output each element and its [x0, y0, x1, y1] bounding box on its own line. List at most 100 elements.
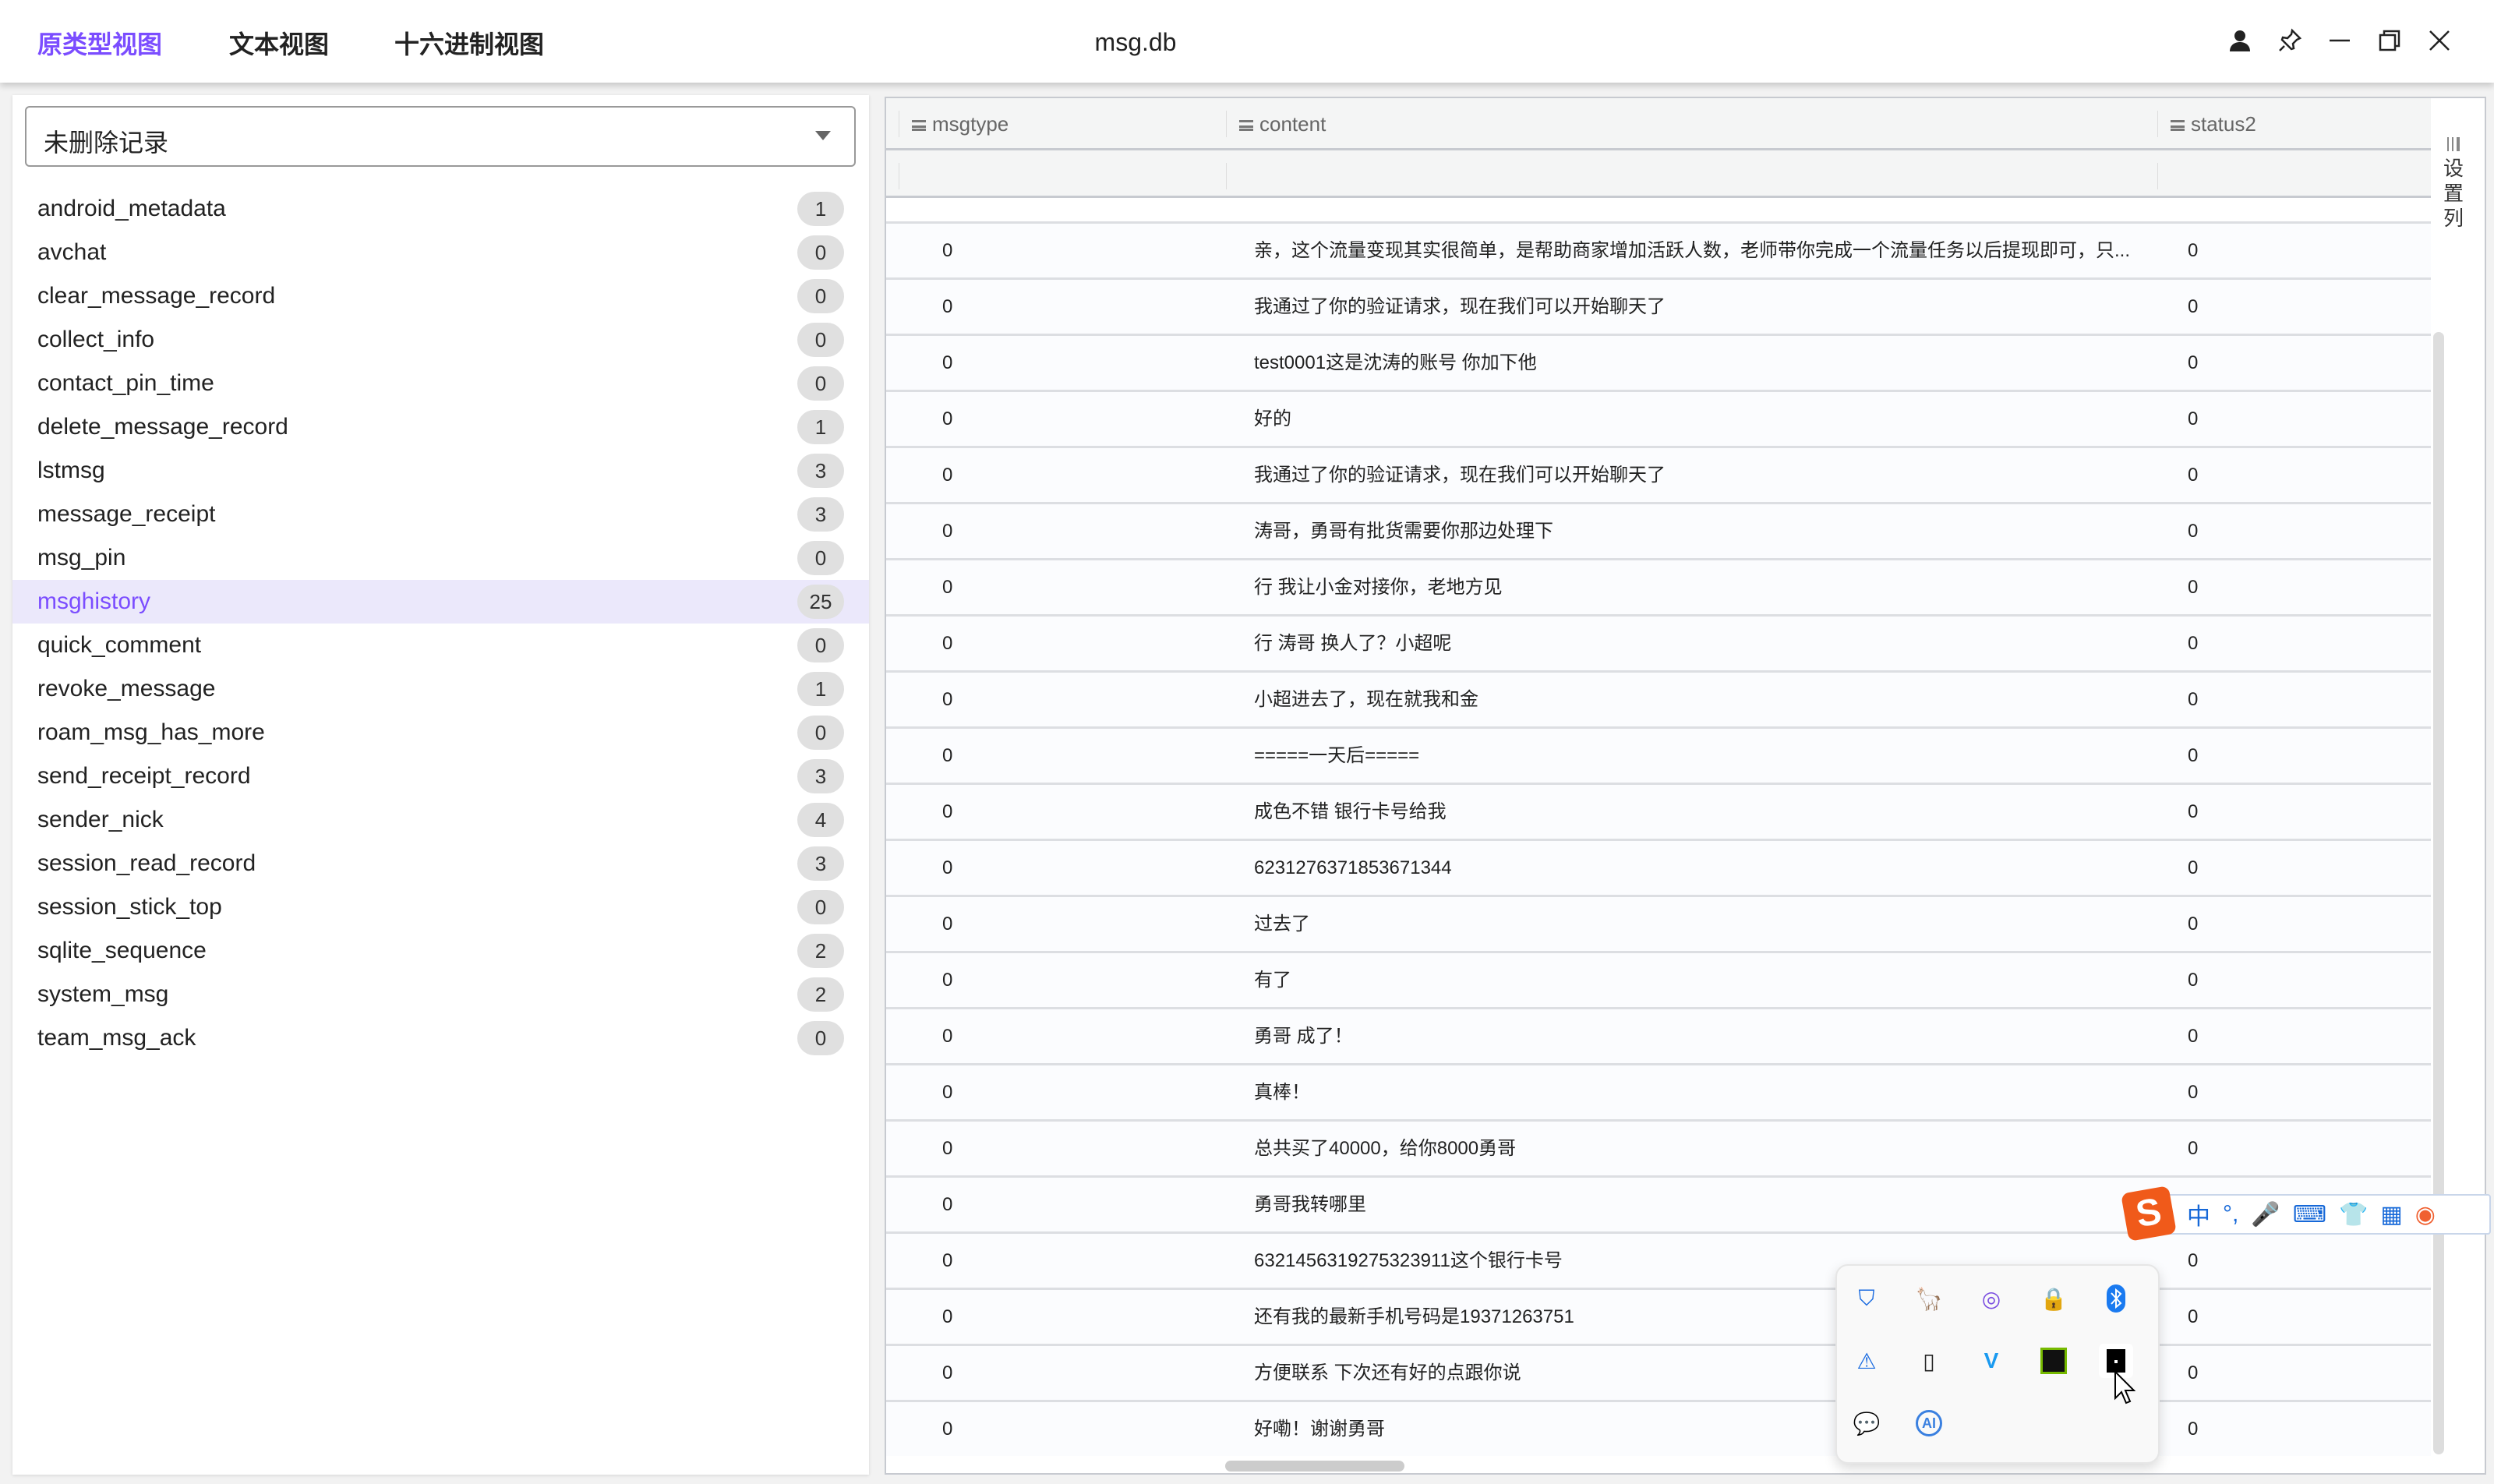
alpaca-icon[interactable]: 🦙: [1912, 1281, 1946, 1316]
mascot-icon[interactable]: ◉: [2415, 1201, 2436, 1228]
cloud-swirl-icon[interactable]: ◎: [1974, 1281, 2008, 1316]
table-row[interactable]: 0 还有我的最新手机号码是19371263751 0: [886, 1288, 2431, 1344]
table-row[interactable]: 0 有了 0: [886, 951, 2431, 1007]
table-row[interactable]: 0 好嘞！谢谢勇哥 0: [886, 1400, 2431, 1456]
table-row[interactable]: 0 勇哥 成了！ 0: [886, 1007, 2431, 1063]
table-row[interactable]: 0 成色不错 银行卡号给我 0: [886, 783, 2431, 839]
cell-content: 小超进去了，现在就我和金: [1254, 689, 1478, 710]
row-count-badge: 3: [797, 759, 844, 793]
cell-msgtype: 0: [942, 1194, 953, 1215]
menu-icon: [2171, 120, 2185, 132]
window-title: msg.db: [1094, 28, 1177, 56]
row-count-badge: 3: [797, 497, 844, 532]
table-list-item[interactable]: lstmsg 3: [12, 449, 869, 493]
toolbox-icon[interactable]: ▦: [2380, 1201, 2402, 1228]
table-row[interactable]: 0 =====一天后===== 0: [886, 726, 2431, 783]
table-row[interactable]: 0 总共买了40000，给你8000勇哥 0: [886, 1119, 2431, 1175]
cell-msgtype: 0: [942, 801, 953, 822]
microphone-icon[interactable]: 🎤: [2251, 1201, 2280, 1228]
column-header-msgtype[interactable]: msgtype: [899, 111, 1226, 137]
table-list-item[interactable]: sqlite_sequence 2: [12, 929, 869, 973]
table-row[interactable]: 0 方便联系 下次还有好的点跟你说 0: [886, 1344, 2431, 1400]
close-icon[interactable]: [2422, 23, 2457, 58]
table-row[interactable]: 0 亲，这个流量变现其实很简单，是帮助商家增加活跃人数，老师带你完成一个流量任务以…: [886, 221, 2431, 277]
table-row[interactable]: 0 好的 0: [886, 390, 2431, 446]
column-header-status2[interactable]: status2: [2157, 111, 2430, 137]
column-header-content[interactable]: content: [1226, 111, 2157, 137]
table-name: msg_pin: [37, 545, 126, 571]
cell-msgtype: 0: [942, 521, 953, 542]
filter-cell-status2[interactable]: [2157, 163, 2430, 189]
table-row[interactable]: 0 我通过了你的验证请求，现在我们可以开始聊天了 0: [886, 446, 2431, 502]
table-list-item[interactable]: revoke_message 1: [12, 667, 869, 711]
table-row[interactable]: 0 过去了 0: [886, 895, 2431, 951]
title-bar: 原类型视图 文本视图 十六进制视图 msg.db: [0, 0, 2494, 83]
v-app-icon[interactable]: V: [1974, 1344, 2008, 1378]
defender-warning-icon[interactable]: ⚠: [1849, 1344, 1884, 1378]
ai-robot-icon[interactable]: AI: [1916, 1410, 1942, 1436]
cell-content: =====一天后=====: [1254, 745, 1420, 766]
cell-msgtype: 0: [942, 240, 953, 261]
table-list-item[interactable]: team_msg_ack 0: [12, 1016, 869, 1060]
table-list-item[interactable]: sender_nick 4: [12, 798, 869, 842]
punctuation-icon[interactable]: °,: [2223, 1201, 2238, 1228]
skin-icon[interactable]: 👕: [2339, 1201, 2368, 1228]
restore-icon[interactable]: [2372, 23, 2407, 58]
table-list-item[interactable]: roam_msg_has_more 0: [12, 711, 869, 754]
table-list-item[interactable]: quick_comment 0: [12, 624, 869, 667]
table-list-item[interactable]: send_receipt_record 3: [12, 754, 869, 798]
minimize-icon[interactable]: [2323, 23, 2357, 58]
wechat-icon[interactable]: 💬: [1849, 1406, 1884, 1440]
row-count-badge: 0: [797, 716, 844, 750]
table-list-item[interactable]: message_receipt 3: [12, 493, 869, 536]
table-list-item[interactable]: clear_message_record 0: [12, 274, 869, 318]
mouse-cursor-icon: [2114, 1370, 2135, 1404]
table-list-item[interactable]: collect_info 0: [12, 318, 869, 362]
record-filter-dropdown[interactable]: 未删除记录: [25, 106, 856, 167]
table-list-item[interactable]: android_metadata 1: [12, 187, 869, 231]
row-count-badge: 0: [797, 628, 844, 662]
ime-mode-toggle[interactable]: 中: [2187, 1197, 2210, 1231]
row-count-badge: 0: [797, 1021, 844, 1055]
table-row[interactable]: 0 小超进去了，现在就我和金 0: [886, 670, 2431, 726]
table-list-item[interactable]: contact_pin_time 0: [12, 362, 869, 405]
row-count-badge: 3: [797, 454, 844, 488]
table-row[interactable]: 0 我通过了你的验证请求，现在我们可以开始聊天了 0: [886, 277, 2431, 334]
table-list-item[interactable]: msghistory 25: [12, 580, 869, 624]
sogou-logo-icon[interactable]: S: [2121, 1185, 2177, 1242]
shield-l-icon[interactable]: ⛉: [1849, 1281, 1884, 1316]
table-list-item[interactable]: avchat 0: [12, 231, 869, 274]
user-icon[interactable]: [2223, 23, 2257, 58]
table-list-item[interactable]: msg_pin 0: [12, 536, 869, 580]
horizontal-scrollbar[interactable]: [1225, 1461, 1404, 1472]
filter-cell-content[interactable]: [1226, 163, 2157, 189]
table-row[interactable]: 0 6231276371853671344 0: [886, 839, 2431, 895]
keyboard-icon[interactable]: ⌨: [2293, 1201, 2326, 1228]
cell-content: 我通过了你的验证请求，现在我们可以开始聊天了: [1254, 296, 1666, 317]
table-name: send_receipt_record: [37, 763, 251, 789]
row-count-badge: 0: [797, 279, 844, 313]
table-row[interactable]: 0 test0001这是沈涛的账号 你加下他 0: [886, 334, 2431, 390]
table-row[interactable]: 0 行 涛哥 换人了？小超呢 0: [886, 614, 2431, 670]
table-row[interactable]: 0 真棒！ 0: [886, 1063, 2431, 1119]
network-lock-icon[interactable]: 🔒: [2037, 1281, 2071, 1316]
column-settings-button[interactable]: 设置列: [2439, 137, 2468, 231]
table-row[interactable]: 0 行 我让小金对接你，老地方见 0: [886, 558, 2431, 614]
table-list-item[interactable]: system_msg 2: [12, 973, 869, 1016]
usb-eject-icon[interactable]: ▯: [1912, 1344, 1946, 1378]
cell-content: 行 我让小金对接你，老地方见: [1254, 577, 1503, 598]
table-name: team_msg_ack: [37, 1025, 196, 1051]
cell-msgtype: 0: [942, 1362, 953, 1383]
table-list-item[interactable]: delete_message_record 1: [12, 405, 869, 449]
pin-icon[interactable]: [2273, 23, 2307, 58]
table-row[interactable]: 0 涛哥，勇哥有批货需要你那边处理下 0: [886, 502, 2431, 558]
table-list-item[interactable]: session_read_record 3: [12, 842, 869, 885]
bluetooth-icon[interactable]: [2099, 1281, 2133, 1316]
table-name: delete_message_record: [37, 414, 288, 440]
nvidia-icon[interactable]: [2037, 1344, 2071, 1378]
table-list-item[interactable]: session_stick_top 0: [12, 885, 869, 929]
filter-cell-msgtype[interactable]: [899, 163, 1226, 189]
system-tray-overflow: ⛉ 🦙 ◎ 🔒 ⚠ ▯ V 💬 AI: [1835, 1264, 2160, 1464]
vertical-scrollbar[interactable]: [2433, 332, 2444, 1454]
table-row[interactable]: 0 6321456319275323911这个银行卡号 0: [886, 1231, 2431, 1288]
